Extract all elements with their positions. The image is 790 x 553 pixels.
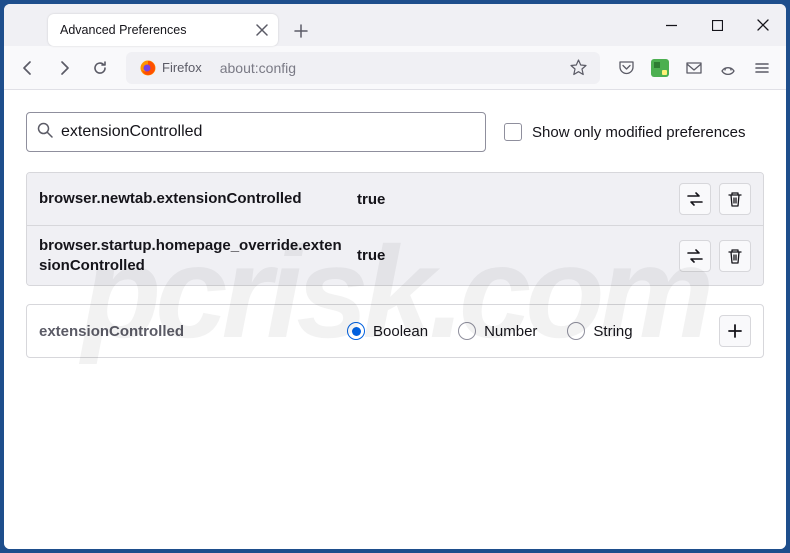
search-icon (37, 122, 53, 143)
pref-row: browser.startup.homepage_override.extens… (27, 226, 763, 285)
radio-label: String (593, 323, 632, 340)
app-menu-button[interactable] (746, 52, 778, 84)
new-tab-button[interactable] (286, 16, 316, 46)
pref-actions (679, 183, 751, 215)
radio-icon (567, 322, 585, 340)
back-button[interactable] (12, 52, 44, 84)
add-pref-name: extensionControlled (39, 323, 339, 340)
only-modified-label: Show only modified preferences (532, 124, 745, 141)
url-bar[interactable]: Firefox about:config (126, 52, 600, 84)
search-input[interactable] (61, 123, 475, 141)
type-radio-group: Boolean Number String (347, 322, 711, 340)
toggle-icon (686, 247, 704, 265)
trash-icon (727, 248, 743, 264)
prefs-list: browser.newtab.extensionControlled true … (26, 172, 764, 286)
search-row: Show only modified preferences (26, 112, 764, 152)
tab-title: Advanced Preferences (60, 23, 246, 37)
toolbar-right (610, 52, 778, 84)
tab-active[interactable]: Advanced Preferences (48, 14, 278, 46)
only-modified-checkbox[interactable]: Show only modified preferences (504, 123, 745, 141)
radio-string[interactable]: String (567, 322, 632, 340)
delete-button[interactable] (719, 240, 751, 272)
delete-button[interactable] (719, 183, 751, 215)
add-pref-row: extensionControlled Boolean Number Strin… (26, 304, 764, 358)
identity-label: Firefox (162, 60, 202, 75)
url-text: about:config (214, 60, 562, 76)
mail-button[interactable] (678, 52, 710, 84)
firefox-logo-icon (140, 60, 156, 76)
radio-number[interactable]: Number (458, 322, 537, 340)
radio-label: Boolean (373, 323, 428, 340)
forward-button[interactable] (48, 52, 80, 84)
radio-boolean[interactable]: Boolean (347, 322, 428, 340)
plus-icon (727, 323, 743, 339)
checkbox-icon (504, 123, 522, 141)
maximize-button[interactable] (694, 4, 740, 46)
bookmark-star-button[interactable] (564, 54, 592, 82)
toggle-button[interactable] (679, 240, 711, 272)
nav-bar: Firefox about:config (4, 46, 786, 90)
reload-button[interactable] (84, 52, 116, 84)
window-controls (648, 4, 786, 46)
pref-name: browser.startup.homepage_override.extens… (39, 236, 349, 275)
pref-row: browser.newtab.extensionControlled true (27, 173, 763, 226)
search-box[interactable] (26, 112, 486, 152)
trash-icon (727, 191, 743, 207)
toggle-icon (686, 190, 704, 208)
identity-box[interactable]: Firefox (134, 58, 212, 78)
toggle-button[interactable] (679, 183, 711, 215)
account-button[interactable] (712, 52, 744, 84)
extension-button[interactable] (644, 52, 676, 84)
page-content: Show only modified preferences browser.n… (4, 90, 786, 549)
radio-icon (347, 322, 365, 340)
minimize-button[interactable] (648, 4, 694, 46)
close-tab-icon[interactable] (254, 22, 270, 38)
close-window-button[interactable] (740, 4, 786, 46)
radio-icon (458, 322, 476, 340)
radio-label: Number (484, 323, 537, 340)
pocket-button[interactable] (610, 52, 642, 84)
pref-value: true (357, 191, 671, 208)
pref-value: true (357, 247, 671, 264)
browser-window: Advanced Preferences (4, 4, 786, 549)
tab-bar: Advanced Preferences (4, 4, 786, 46)
pref-actions (679, 240, 751, 272)
add-button[interactable] (719, 315, 751, 347)
pref-name: browser.newtab.extensionControlled (39, 189, 349, 209)
